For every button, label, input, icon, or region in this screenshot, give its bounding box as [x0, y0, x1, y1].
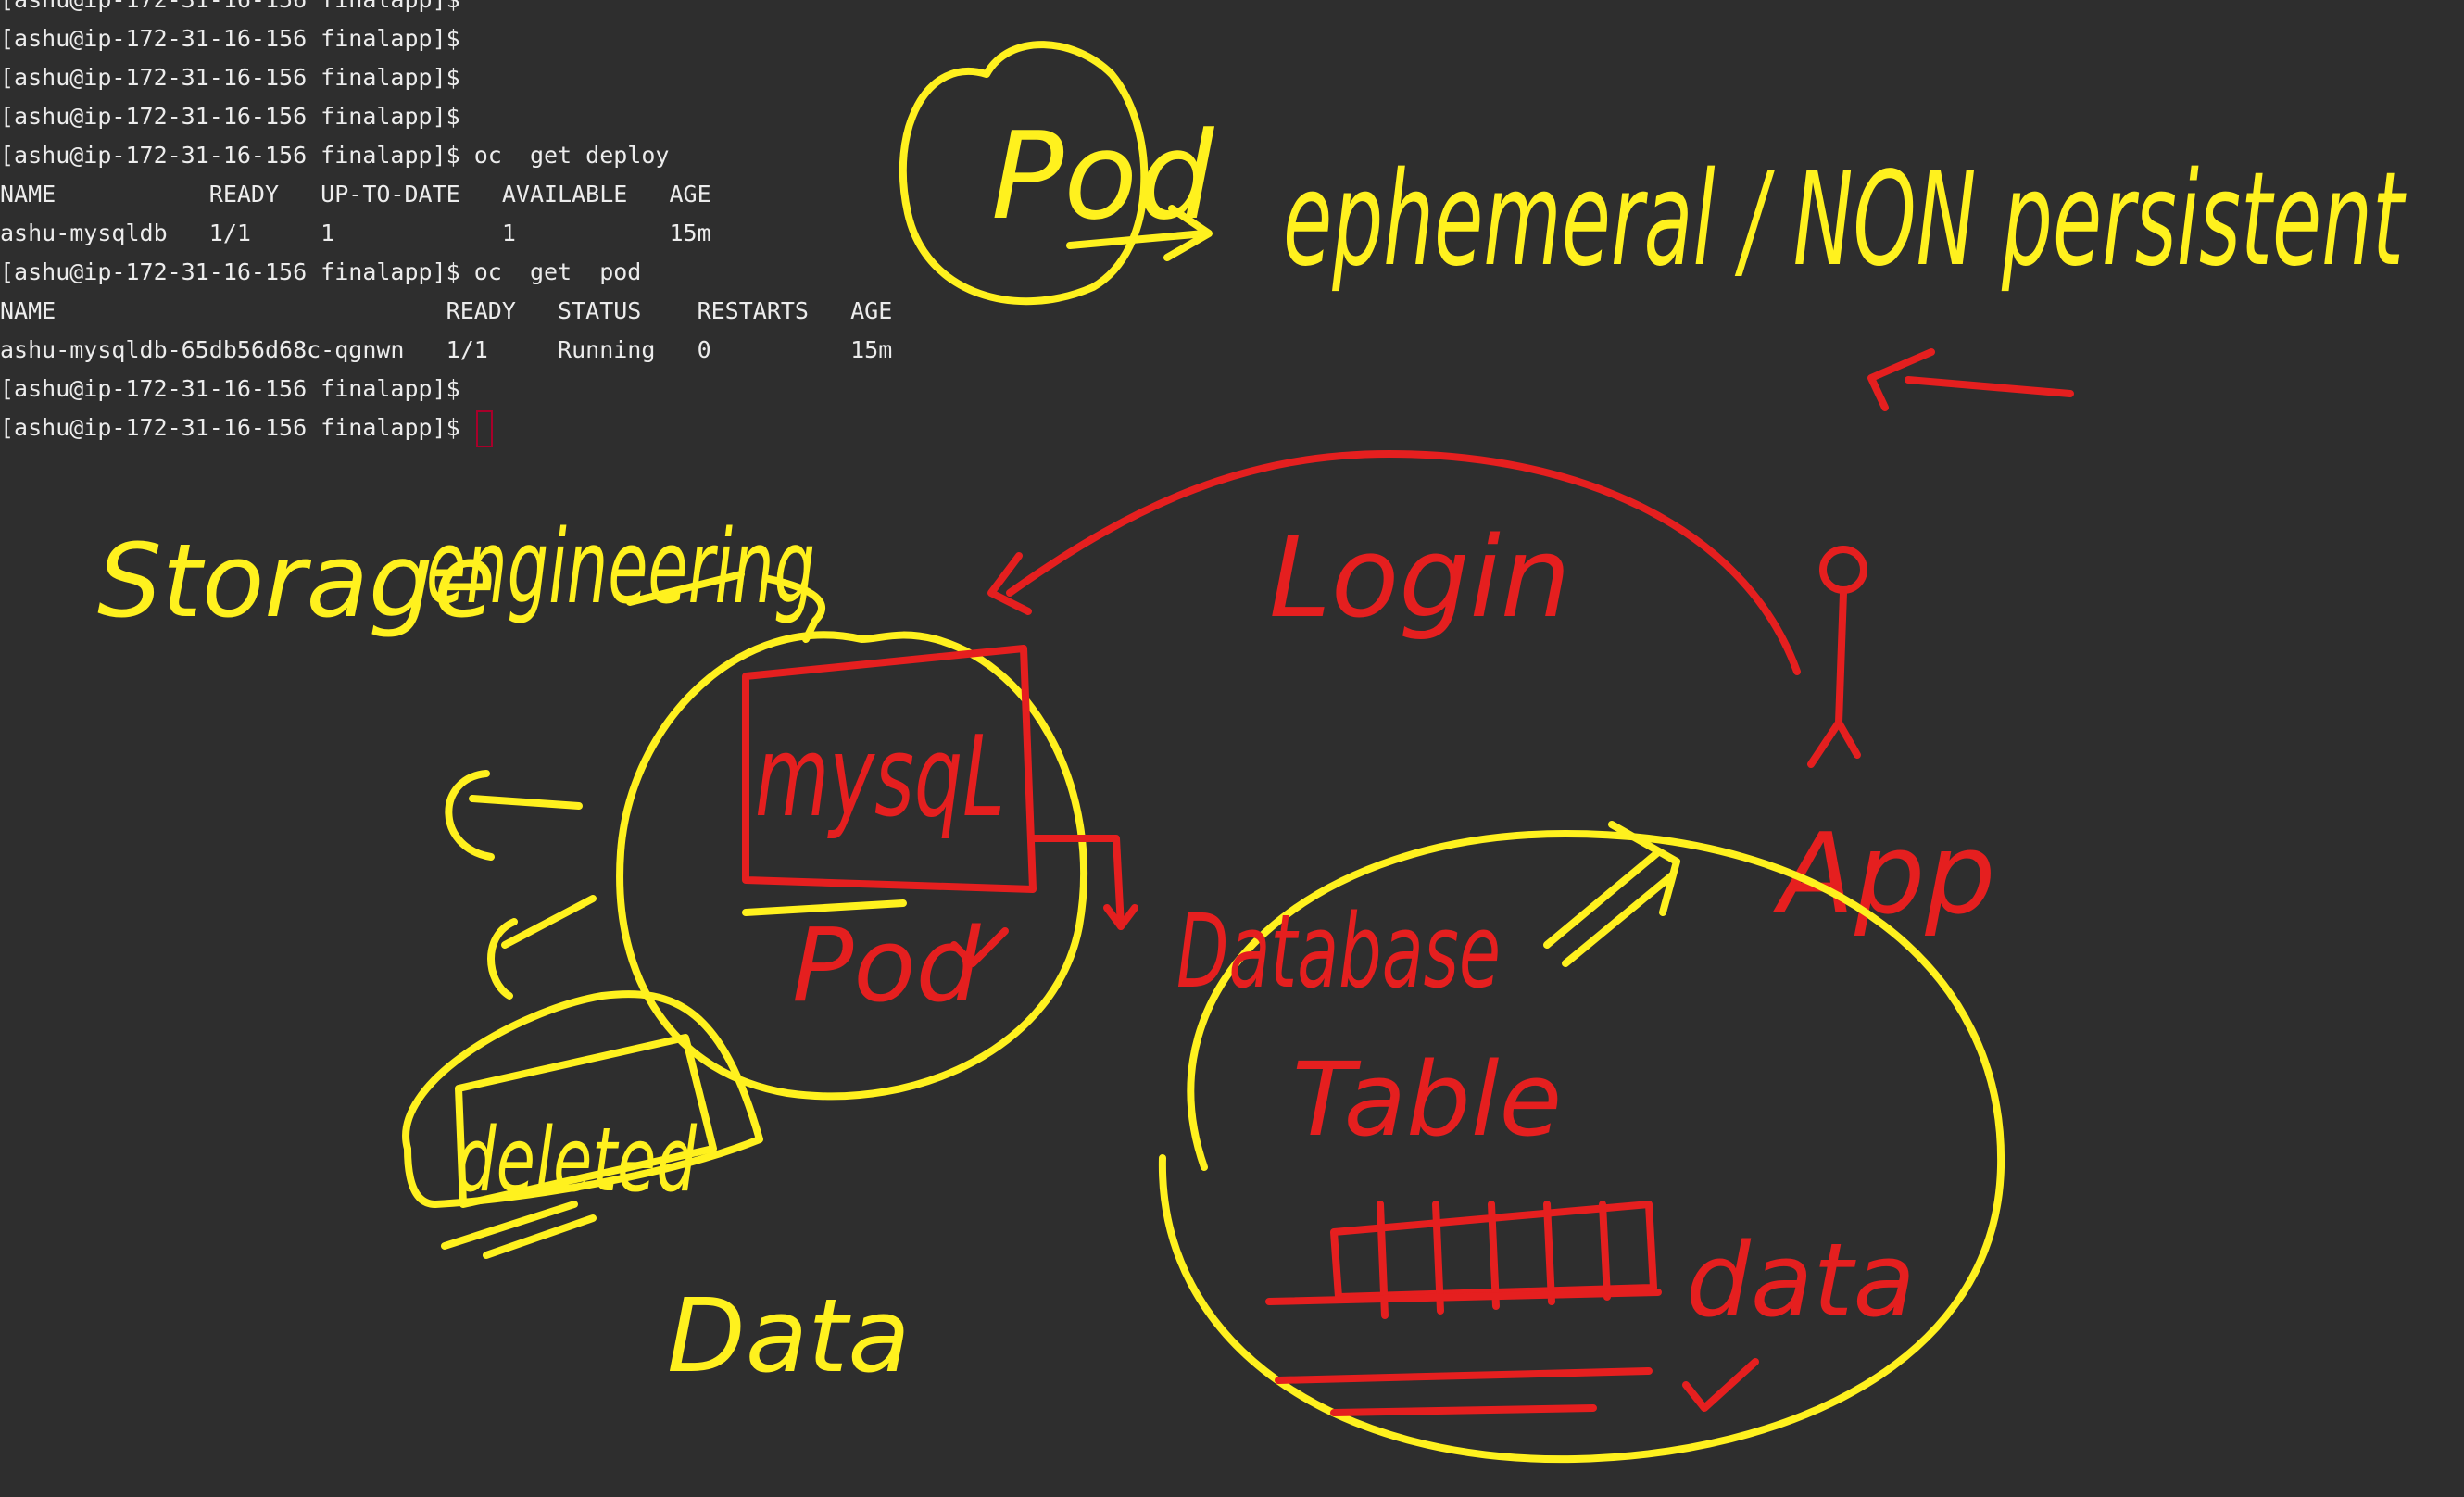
data-red-label: data — [1686, 1221, 1916, 1340]
data-check-mark — [1682, 1358, 1759, 1412]
pod-inner-label: Pod — [792, 906, 982, 1025]
pod-top-label: Pod — [991, 106, 1215, 246]
storage-arrow-1 — [445, 770, 583, 861]
mysql-label: mysqL — [755, 713, 1005, 842]
pod-ellipse — [616, 631, 1088, 1101]
deleted-label: deleted — [456, 1110, 698, 1212]
app-double-arrow — [1543, 821, 1680, 967]
engineering-label: engineering — [426, 508, 815, 626]
table-label: Table — [1292, 1040, 1562, 1159]
data-yellow-label: Data — [667, 1277, 911, 1395]
ephemeral-label: ephemeral / NON persistent — [1283, 145, 2407, 296]
database-label: Database — [1176, 892, 1501, 1011]
storage-arrow-2 — [487, 895, 597, 1000]
app-label: App — [1772, 811, 1995, 939]
user-figure — [1807, 546, 1867, 768]
annotation-layer: Pod ephemeral / NON persistent Storage e… — [97, 41, 2407, 1464]
red-arrow-left — [1867, 348, 2074, 411]
login-label: Login — [1269, 514, 1571, 643]
table-grid — [1265, 1201, 1662, 1416]
